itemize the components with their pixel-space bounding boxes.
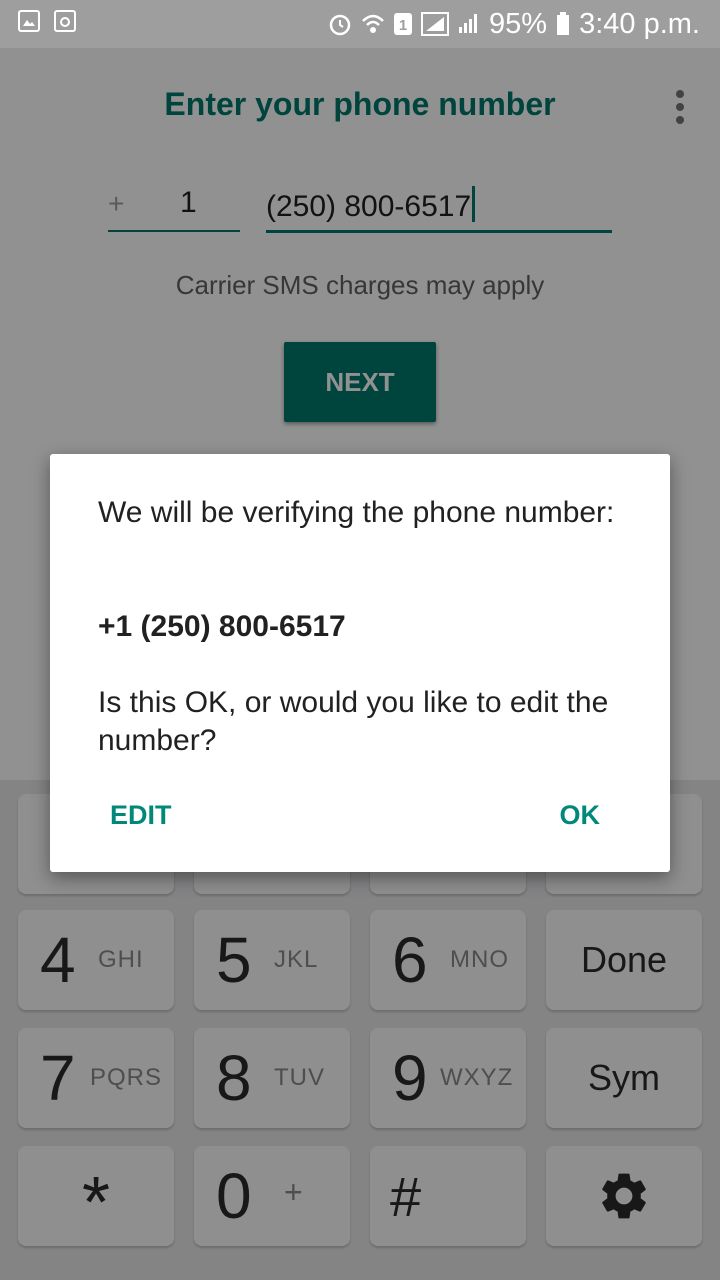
battery-percent: 95%: [489, 7, 548, 40]
notification-icons: [18, 10, 76, 32]
wifi-icon: [362, 14, 384, 33]
status-bar: 1 95% 3:40 p.m.: [0, 0, 720, 48]
ok-button[interactable]: OK: [560, 800, 601, 831]
signal-icon: [459, 14, 478, 33]
verify-number-dialog: We will be verifying the phone number: +…: [50, 454, 670, 872]
signal-icon: [421, 12, 450, 36]
dialog-phone-number: +1 (250) 800-6517: [98, 610, 346, 643]
image-icon: [18, 10, 40, 32]
system-icons: 1 95% 3:40 p.m.: [327, 6, 700, 42]
clock: 3:40 p.m.: [579, 7, 700, 40]
svg-text:1: 1: [399, 17, 407, 34]
recycle-icon: [54, 10, 76, 32]
battery-icon: [557, 12, 570, 35]
edit-button[interactable]: EDIT: [110, 800, 172, 831]
dialog-question: Is this OK, or would you like to edit th…: [98, 686, 609, 757]
alarm-icon: [329, 14, 351, 36]
sim-1-icon: 1: [394, 13, 413, 35]
dialog-message: We will be verifying the phone number:: [98, 496, 615, 529]
